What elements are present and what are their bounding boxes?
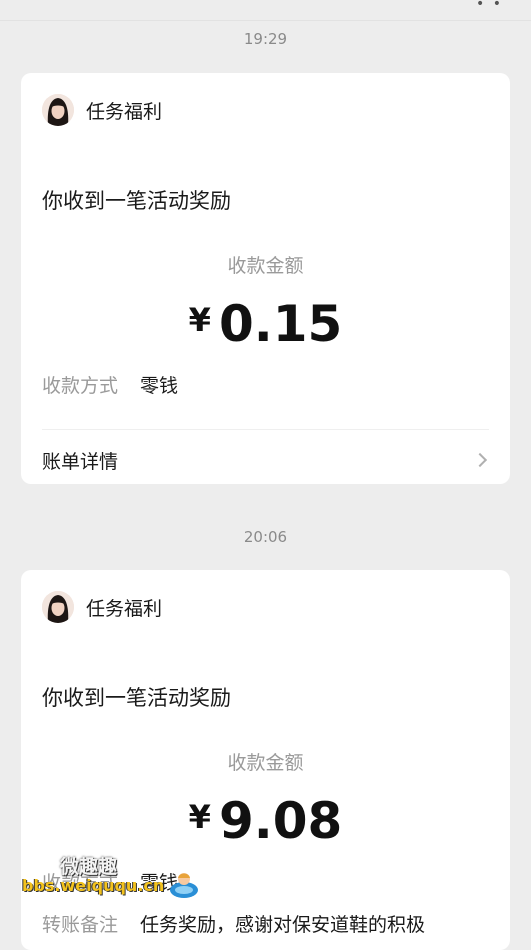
sender-row: 任务福利: [42, 94, 162, 126]
amount-label: 收款金额: [227, 752, 304, 774]
currency-symbol: ¥: [188, 798, 211, 836]
notification-title: 你收到一笔活动奖励: [42, 686, 231, 710]
watermark-title: 微趣趣: [60, 856, 118, 878]
sender-name: 任务福利: [86, 597, 163, 620]
more-icon[interactable]: • •: [476, 0, 503, 12]
bill-details-label: 账单详情: [42, 450, 119, 473]
transfer-remark-value: 任务奖励，感谢对保安道鞋的积极: [140, 914, 426, 936]
top-bar: • •: [0, 0, 531, 21]
notification-title: 你收到一笔活动奖励: [42, 189, 231, 213]
avatar[interactable]: [42, 591, 74, 623]
currency-symbol: ¥: [188, 301, 211, 339]
avatar[interactable]: [42, 94, 74, 126]
amount-value: 9.08: [218, 792, 343, 850]
message-time: 19:29: [243, 30, 288, 48]
chevron-right-icon: [472, 452, 488, 468]
watermark-logo-icon: [170, 873, 198, 898]
message-time: 20:06: [243, 528, 288, 546]
transfer-remark-row: 转账备注 任务奖励，感谢对保安道鞋的积极: [42, 910, 425, 937]
payment-method-row: 收款方式 零钱: [42, 371, 178, 398]
sender-name: 任务福利: [86, 100, 163, 123]
watermark-url: bbs.weiququ.cn: [22, 876, 165, 895]
amount: ¥0.15: [21, 295, 510, 353]
payment-method-label: 收款方式: [42, 375, 119, 397]
amount: ¥9.08: [21, 792, 510, 850]
watermark: 微趣趣 bbs.weiququ.cn: [22, 852, 202, 912]
bill-details-link[interactable]: 账单详情: [42, 445, 489, 475]
payment-card[interactable]: 任务福利 你收到一笔活动奖励 收款金额 ¥0.15 收款方式 零钱 账单详情: [21, 73, 510, 484]
divider: [42, 429, 489, 430]
sender-row: 任务福利: [42, 591, 162, 623]
amount-value: 0.15: [218, 295, 343, 353]
payment-method-value: 零钱: [140, 375, 179, 397]
amount-label: 收款金额: [227, 255, 304, 277]
transfer-remark-label: 转账备注: [42, 914, 119, 936]
